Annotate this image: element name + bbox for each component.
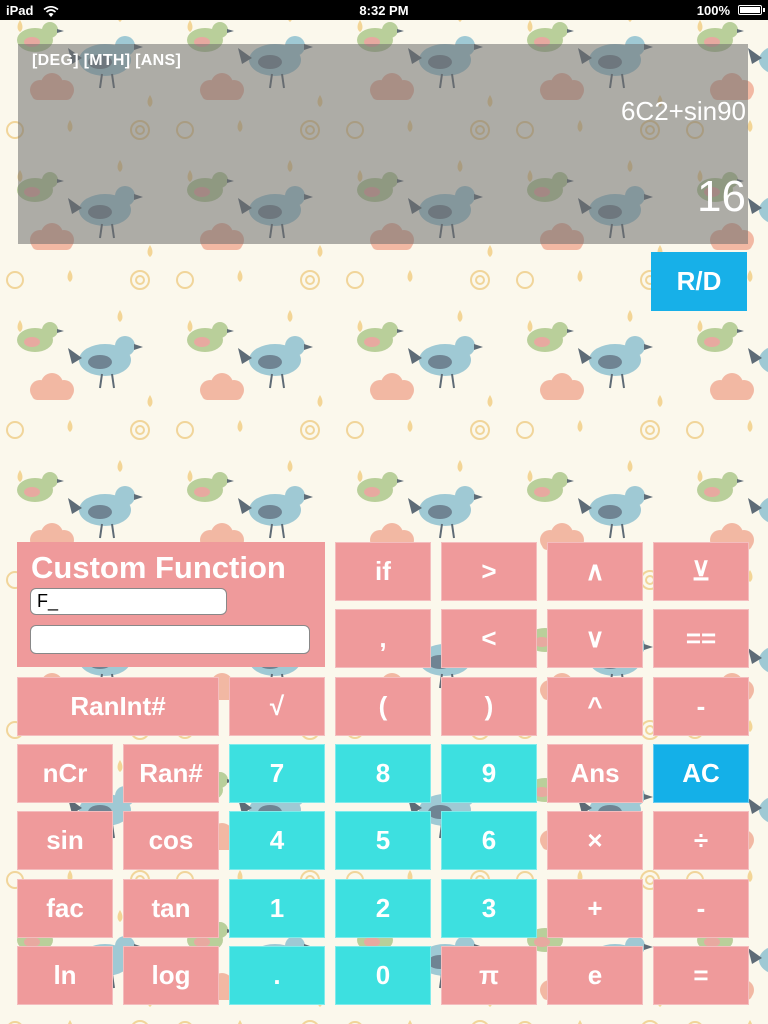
euler-e-key[interactable]: e	[547, 946, 643, 1005]
ncr-key[interactable]: nCr	[17, 744, 113, 803]
left-paren-key[interactable]: (	[335, 677, 431, 736]
logical-xor-key[interactable]: ⊻	[653, 542, 749, 601]
sin-key[interactable]: sin	[17, 811, 113, 870]
equality-key[interactable]: ==	[653, 609, 749, 668]
digit-6-key[interactable]: 6	[441, 811, 537, 870]
comma-key[interactable]: ,	[335, 609, 431, 668]
clock: 8:32 PM	[359, 3, 409, 18]
radian-degree-toggle-button[interactable]: R/D	[651, 252, 747, 311]
square-root-key[interactable]: √	[229, 677, 325, 736]
less-than-key[interactable]: <	[441, 609, 537, 668]
tan-key[interactable]: tan	[123, 879, 219, 938]
random-integer-key[interactable]: RanInt#	[17, 677, 219, 736]
logical-or-key[interactable]: ∨	[547, 609, 643, 668]
minus-key[interactable]: -	[653, 879, 749, 938]
decimal-point-key[interactable]: .	[229, 946, 325, 1005]
digit-0-key[interactable]: 0	[335, 946, 431, 1005]
pi-key[interactable]: π	[441, 946, 537, 1005]
all-clear-key[interactable]: AC	[653, 744, 749, 803]
function-body-field[interactable]	[30, 625, 310, 654]
digit-3-key[interactable]: 3	[441, 879, 537, 938]
digit-8-key[interactable]: 8	[335, 744, 431, 803]
power-key[interactable]: ^	[547, 677, 643, 736]
ln-key[interactable]: ln	[17, 946, 113, 1005]
answer-key[interactable]: Ans	[547, 744, 643, 803]
digit-2-key[interactable]: 2	[335, 879, 431, 938]
divide-key[interactable]: ÷	[653, 811, 749, 870]
random-key[interactable]: Ran#	[123, 744, 219, 803]
digit-1-key[interactable]: 1	[229, 879, 325, 938]
log-key[interactable]: log	[123, 946, 219, 1005]
expression-display: 6C2+sin90	[620, 96, 746, 126]
cos-key[interactable]: cos	[123, 811, 219, 870]
custom-function-panel: Custom Function	[17, 542, 325, 667]
digit-7-key[interactable]: 7	[229, 744, 325, 803]
greater-than-key[interactable]: >	[441, 542, 537, 601]
battery-percent: 100%	[696, 3, 730, 18]
mode-indicator: [DEG] [MTH] [ANS]	[32, 52, 182, 69]
factorial-key[interactable]: fac	[17, 879, 113, 938]
result-display: 16	[697, 172, 746, 221]
status-bar: iPad 8:32 PM 100%	[0, 0, 768, 20]
digit-4-key[interactable]: 4	[229, 811, 325, 870]
function-name-field[interactable]	[30, 588, 227, 615]
digit-5-key[interactable]: 5	[335, 811, 431, 870]
digit-9-key[interactable]: 9	[441, 744, 537, 803]
negative-key[interactable]: -	[653, 677, 749, 736]
right-paren-key[interactable]: )	[441, 677, 537, 736]
custom-function-title: Custom Function	[31, 550, 286, 585]
if-key[interactable]: if	[335, 542, 431, 601]
display-panel: [DEG] [MTH] [ANS] 6C2+sin90 16	[18, 44, 748, 244]
equals-key[interactable]: =	[653, 946, 749, 1005]
plus-key[interactable]: +	[547, 879, 643, 938]
multiply-key[interactable]: ×	[547, 811, 643, 870]
battery-icon	[738, 5, 765, 15]
logical-and-key[interactable]: ∧	[547, 542, 643, 601]
